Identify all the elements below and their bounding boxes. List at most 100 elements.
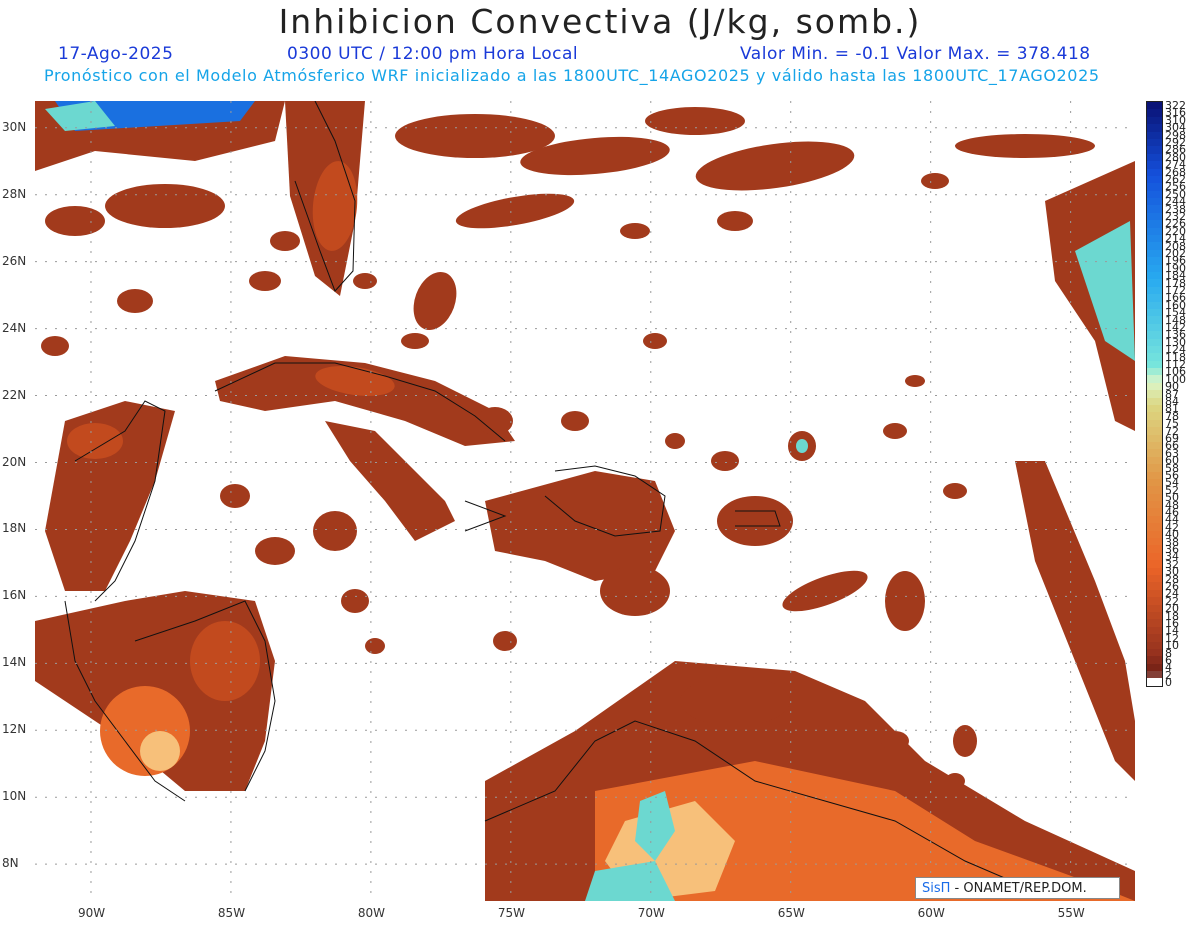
colorbar-cell <box>1147 235 1162 243</box>
colorbar-label: 0 <box>1165 676 1172 690</box>
colorbar-cell <box>1147 382 1162 391</box>
colorbar <box>1146 101 1163 687</box>
cin-shade-gulf-west <box>45 206 105 236</box>
cin-shade-yucatan-core <box>67 423 123 459</box>
longitude-label: 85W <box>217 906 246 920</box>
cin-shade-patch <box>711 451 739 471</box>
colorbar-cell <box>1147 353 1162 361</box>
latitude-label: 8N <box>2 856 19 871</box>
latitude-label: 18N <box>2 521 27 536</box>
forecast-time: 0300 UTC / 12:00 pm Hora Local <box>287 44 579 64</box>
colorbar-cell <box>1147 227 1162 236</box>
colorbar-cell <box>1147 412 1162 420</box>
colorbar-cell <box>1147 242 1162 250</box>
forecast-date: 17-Ago-2025 <box>58 44 174 64</box>
cin-shade-patch <box>249 271 281 291</box>
cin-shade-patch <box>665 433 685 449</box>
cin-shade-patch <box>353 273 377 289</box>
colorbar-cell <box>1147 375 1162 383</box>
cin-shade-patch <box>943 483 967 499</box>
cin-shade-atlantic-3 <box>695 141 855 191</box>
cin-shade-hispaniola <box>485 471 675 581</box>
longitude-label: 60W <box>917 906 945 920</box>
colorbar-cell <box>1147 368 1162 376</box>
cin-shade-atlantic-4 <box>645 107 745 135</box>
cin-shade-patch <box>921 173 949 189</box>
colorbar-cell <box>1147 456 1162 465</box>
cin-shade-bahamas <box>413 271 457 331</box>
colorbar-cell <box>1147 338 1162 346</box>
credit-box: SisΠ - ONAMET/REP.DOM. <box>915 877 1120 899</box>
colorbar-cell <box>1147 116 1162 125</box>
colorbar-cell <box>1147 198 1162 206</box>
colorbar-cell <box>1147 124 1162 132</box>
colorbar-cell <box>1147 471 1162 479</box>
colorbar-cell <box>1147 264 1162 272</box>
cin-shade-patch <box>493 631 517 651</box>
colorbar-cell <box>1147 648 1162 657</box>
cin-shade-lesser-ant <box>782 570 868 612</box>
longitude-label: 75W <box>497 906 525 920</box>
colorbar-cell <box>1147 508 1162 516</box>
colorbar-cell <box>1147 168 1162 176</box>
colorbar-cell <box>1147 560 1162 568</box>
latitude-label: 24N <box>2 320 27 335</box>
cin-shade-caribbean-south <box>680 676 790 726</box>
longitude-label: 65W <box>777 906 805 920</box>
cin-map-svg <box>35 101 1135 901</box>
colorbar-cell <box>1147 434 1162 442</box>
cin-shade-patch <box>883 423 907 439</box>
latitude-label: 12N <box>2 722 27 737</box>
colorbar-cell <box>1147 486 1162 494</box>
colorbar-cell <box>1147 175 1162 184</box>
colorbar-cell <box>1147 478 1162 487</box>
colorbar-cell <box>1147 102 1162 110</box>
cin-shade-atlantic-band <box>1015 461 1135 781</box>
colorbar-cell <box>1147 575 1162 583</box>
latitude-label: 30N <box>2 119 27 134</box>
colorbar-cell <box>1147 271 1162 280</box>
colorbar-cell <box>1147 279 1162 287</box>
colorbar-cell <box>1147 146 1162 154</box>
cin-shade-patch <box>401 333 429 349</box>
cin-shade-patch <box>341 589 369 613</box>
colorbar-cell <box>1147 441 1162 450</box>
colorbar-cell <box>1147 427 1162 435</box>
colorbar-cell <box>1147 390 1162 398</box>
colorbar-cell <box>1147 316 1162 324</box>
colorbar-cell <box>1147 286 1162 295</box>
cin-shade-honduras-hot <box>140 731 180 771</box>
cin-shade-patch <box>881 731 909 751</box>
cin-shade-atlantic-6 <box>955 134 1095 158</box>
model-info: Pronóstico con el Modelo Atmósferico WRF… <box>44 66 1100 85</box>
colorbar-cell <box>1147 604 1162 612</box>
cin-shade-lesser-ant-2 <box>885 571 925 631</box>
cin-shade-patch <box>561 411 589 431</box>
colorbar-cell <box>1147 131 1162 139</box>
colorbar-cell <box>1147 345 1162 354</box>
colorbar-cell <box>1147 626 1162 635</box>
colorbar-cell <box>1147 294 1162 302</box>
colorbar-cell <box>1147 597 1162 605</box>
chart-title: Inhibicion Convectiva (J/kg, somb.) <box>278 2 922 41</box>
cin-shade-puerto-rico <box>717 496 793 546</box>
colorbar-cell <box>1147 449 1162 457</box>
colorbar-cell <box>1147 190 1162 199</box>
value-min-max: Valor Min. = -0.1 Valor Max. = 378.418 <box>740 44 1091 64</box>
colorbar-cell <box>1147 671 1162 679</box>
colorbar-cell <box>1147 405 1162 413</box>
cin-shade-nicaragua <box>190 621 260 701</box>
credit-text: - ONAMET/REP.DOM. <box>950 881 1087 896</box>
cin-shade-patch <box>270 231 300 251</box>
cin-shade-atlantic-1 <box>395 114 555 158</box>
colorbar-cell <box>1147 582 1162 590</box>
cin-shade-windward <box>477 407 513 435</box>
colorbar-cell <box>1147 641 1162 649</box>
cin-shade-patch <box>620 223 650 239</box>
colorbar-cell <box>1147 552 1162 561</box>
colorbar-cell <box>1147 530 1162 539</box>
latitude-label: 14N <box>2 655 27 670</box>
colorbar-cell <box>1147 212 1162 221</box>
colorbar-cell <box>1147 249 1162 258</box>
cin-shade-patch <box>905 375 925 387</box>
